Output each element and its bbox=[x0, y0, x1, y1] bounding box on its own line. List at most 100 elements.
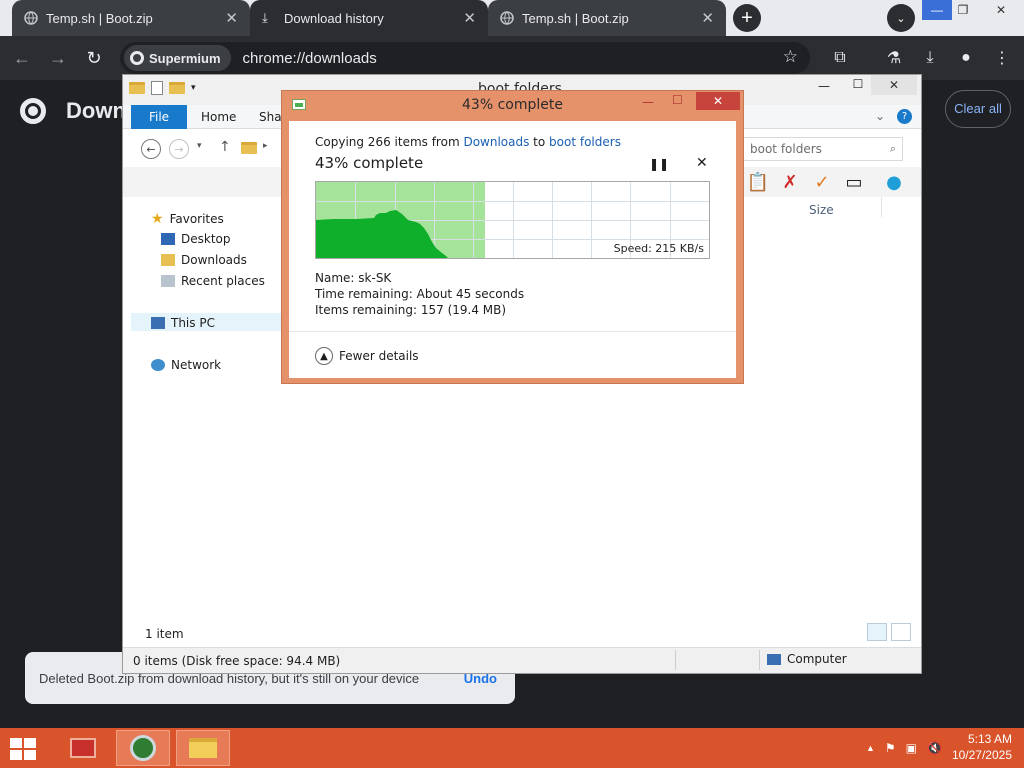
explorer-back-button[interactable]: ← bbox=[141, 139, 161, 159]
explorer-close-button[interactable]: ✕ bbox=[871, 75, 917, 95]
site-info-chip[interactable]: Supermium bbox=[124, 45, 231, 71]
nav-label: Favorites bbox=[169, 212, 224, 226]
view-switcher bbox=[867, 623, 911, 641]
help-icon[interactable]: ? bbox=[897, 109, 912, 124]
rename-icon[interactable]: ▭ bbox=[843, 171, 865, 193]
recent-locations-icon[interactable]: ▾ bbox=[197, 141, 202, 151]
detail-value: sk-SK bbox=[358, 271, 392, 285]
desktop-icon bbox=[161, 233, 175, 245]
extensions-icon[interactable]: ⧉ bbox=[828, 46, 852, 70]
detail-value: 157 (19.4 MB) bbox=[420, 303, 507, 317]
ribbon-tab-home[interactable]: Home bbox=[201, 110, 236, 124]
window-close-button[interactable]: ✕ bbox=[978, 0, 1024, 20]
downloads-icon[interactable]: ⤓ bbox=[918, 46, 942, 70]
customize-dropdown-icon[interactable]: ▾ bbox=[191, 83, 196, 93]
detail-label: Items remaining: bbox=[315, 303, 418, 317]
tab-title: Download history bbox=[284, 10, 384, 26]
volume-muted-icon[interactable]: 🔇 bbox=[927, 741, 942, 755]
folder-icon bbox=[241, 142, 257, 154]
clock[interactable]: 5:13 AM 10/27/2025 bbox=[952, 732, 1012, 763]
action-center-flag-icon[interactable]: ⚑ bbox=[885, 741, 896, 755]
detail-name: Name: sk-SK bbox=[315, 271, 391, 285]
nav-item-this-pc[interactable]: This PC bbox=[151, 316, 215, 330]
delete-icon[interactable]: ✗ bbox=[779, 171, 801, 193]
start-button[interactable] bbox=[10, 738, 36, 760]
address-bar[interactable]: Supermium chrome://downloads ☆ bbox=[120, 42, 810, 74]
clock-time: 5:13 AM bbox=[967, 732, 1012, 747]
nav-label: Network bbox=[171, 358, 222, 372]
nav-item-network[interactable]: Network bbox=[151, 358, 221, 372]
forward-icon[interactable]: → bbox=[46, 46, 70, 70]
menu-kebab-icon[interactable]: ⋮ bbox=[990, 46, 1014, 70]
supermium-logo-icon bbox=[130, 51, 144, 65]
globe-icon bbox=[24, 11, 38, 25]
window-restore-button[interactable]: ❐ bbox=[948, 0, 978, 20]
navigation-pane: ★ Favorites Desktop Downloads Recent pla… bbox=[123, 197, 283, 617]
large-icons-view-icon[interactable] bbox=[891, 623, 911, 641]
disk-free-status: 0 items (Disk free space: 94.4 MB) bbox=[133, 653, 341, 668]
close-icon[interactable]: ✕ bbox=[225, 9, 238, 27]
copy-summary-to: to bbox=[529, 135, 550, 149]
labs-flask-icon[interactable]: ⚗ bbox=[882, 46, 906, 70]
tab-search-button[interactable]: ⌄ bbox=[887, 4, 915, 32]
detail-time-remaining: Time remaining: About 45 seconds bbox=[315, 287, 524, 301]
dialog-maximize-button[interactable]: ☐ bbox=[672, 93, 683, 107]
copy-progress-dialog: 43% complete — ☐ ✕ Copying 266 items fro… bbox=[281, 90, 744, 384]
tab-temp-sh-1[interactable]: Temp.sh | Boot.zip ✕ bbox=[12, 0, 250, 36]
column-header-size[interactable]: Size bbox=[809, 203, 834, 217]
profile-icon[interactable]: ● bbox=[954, 46, 978, 70]
explorer-maximize-button[interactable]: ☐ bbox=[845, 77, 871, 91]
taskbar-app-browser-icon[interactable] bbox=[116, 730, 170, 766]
details-view-icon[interactable] bbox=[867, 623, 887, 641]
close-icon[interactable]: ✕ bbox=[463, 9, 476, 27]
reload-icon[interactable]: ↻ bbox=[82, 46, 106, 70]
folder-icon bbox=[129, 82, 145, 94]
clear-all-button[interactable]: Clear all bbox=[945, 90, 1011, 128]
download-icon: ⤓ bbox=[262, 10, 268, 25]
tab-download-history[interactable]: ⤓ Download history ✕ bbox=[250, 0, 488, 36]
expand-ribbon-icon[interactable]: ⌄ bbox=[875, 109, 885, 123]
show-hidden-icons-icon[interactable]: ▲ bbox=[866, 743, 875, 753]
quick-access-toolbar: ▾ bbox=[129, 81, 196, 95]
fewer-details-toggle[interactable]: ▲ Fewer details bbox=[315, 347, 419, 365]
network-icon bbox=[151, 359, 165, 371]
nav-item-downloads[interactable]: Downloads bbox=[161, 253, 247, 267]
breadcrumb-chevron-icon[interactable]: ▸ bbox=[263, 141, 268, 151]
nav-item-recent-places[interactable]: Recent places bbox=[161, 274, 265, 288]
cancel-copy-icon[interactable]: ✕ bbox=[696, 155, 708, 171]
nav-item-desktop[interactable]: Desktop bbox=[161, 232, 231, 246]
search-icon[interactable]: ⌕ bbox=[890, 142, 896, 156]
internet-icon[interactable]: ● bbox=[883, 171, 905, 193]
source-link[interactable]: Downloads bbox=[463, 135, 529, 149]
clipboard-icon[interactable]: 📋 bbox=[747, 171, 769, 193]
url-text: chrome://downloads bbox=[242, 49, 377, 67]
bookmark-star-icon[interactable]: ☆ bbox=[783, 47, 798, 67]
close-icon[interactable]: ✕ bbox=[701, 9, 714, 27]
status-divider bbox=[759, 650, 760, 670]
new-folder-icon[interactable] bbox=[169, 82, 185, 94]
taskbar-app-explorer-icon[interactable] bbox=[176, 730, 230, 766]
explorer-search-input[interactable]: boot folders ⌕ bbox=[743, 137, 903, 161]
pause-icon[interactable]: ❚❚ bbox=[649, 157, 669, 171]
dialog-minimize-button[interactable]: — bbox=[642, 95, 654, 109]
explorer-forward-button[interactable]: → bbox=[169, 139, 189, 159]
up-arrow-icon[interactable]: ↑ bbox=[219, 139, 231, 155]
nav-item-favorites[interactable]: ★ Favorites bbox=[151, 211, 224, 227]
back-icon[interactable]: ← bbox=[10, 46, 34, 70]
status-location-label: Computer bbox=[787, 652, 847, 666]
tab-temp-sh-2[interactable]: Temp.sh | Boot.zip ✕ bbox=[488, 0, 726, 36]
taskbar-app-box-icon[interactable] bbox=[56, 730, 110, 766]
new-tab-button[interactable]: + bbox=[733, 4, 761, 32]
transfer-speed-graph: Speed: 215 KB/s bbox=[315, 181, 710, 259]
explorer-minimize-button[interactable]: — bbox=[811, 79, 837, 93]
checkmark-icon[interactable]: ✓ bbox=[811, 171, 833, 193]
dialog-close-button[interactable]: ✕ bbox=[696, 92, 740, 110]
network-status-icon[interactable]: ▣ bbox=[906, 741, 917, 755]
ribbon-tab-file[interactable]: File bbox=[131, 105, 187, 129]
taskbar: ▲ ⚑ ▣ 🔇 5:13 AM 10/27/2025 bbox=[0, 728, 1024, 768]
clock-date: 10/27/2025 bbox=[951, 748, 1012, 762]
copy-summary-prefix: Copying 266 items from bbox=[315, 135, 464, 149]
destination-link[interactable]: boot folders bbox=[549, 135, 621, 149]
status-divider bbox=[675, 650, 676, 670]
properties-icon[interactable] bbox=[151, 81, 163, 95]
